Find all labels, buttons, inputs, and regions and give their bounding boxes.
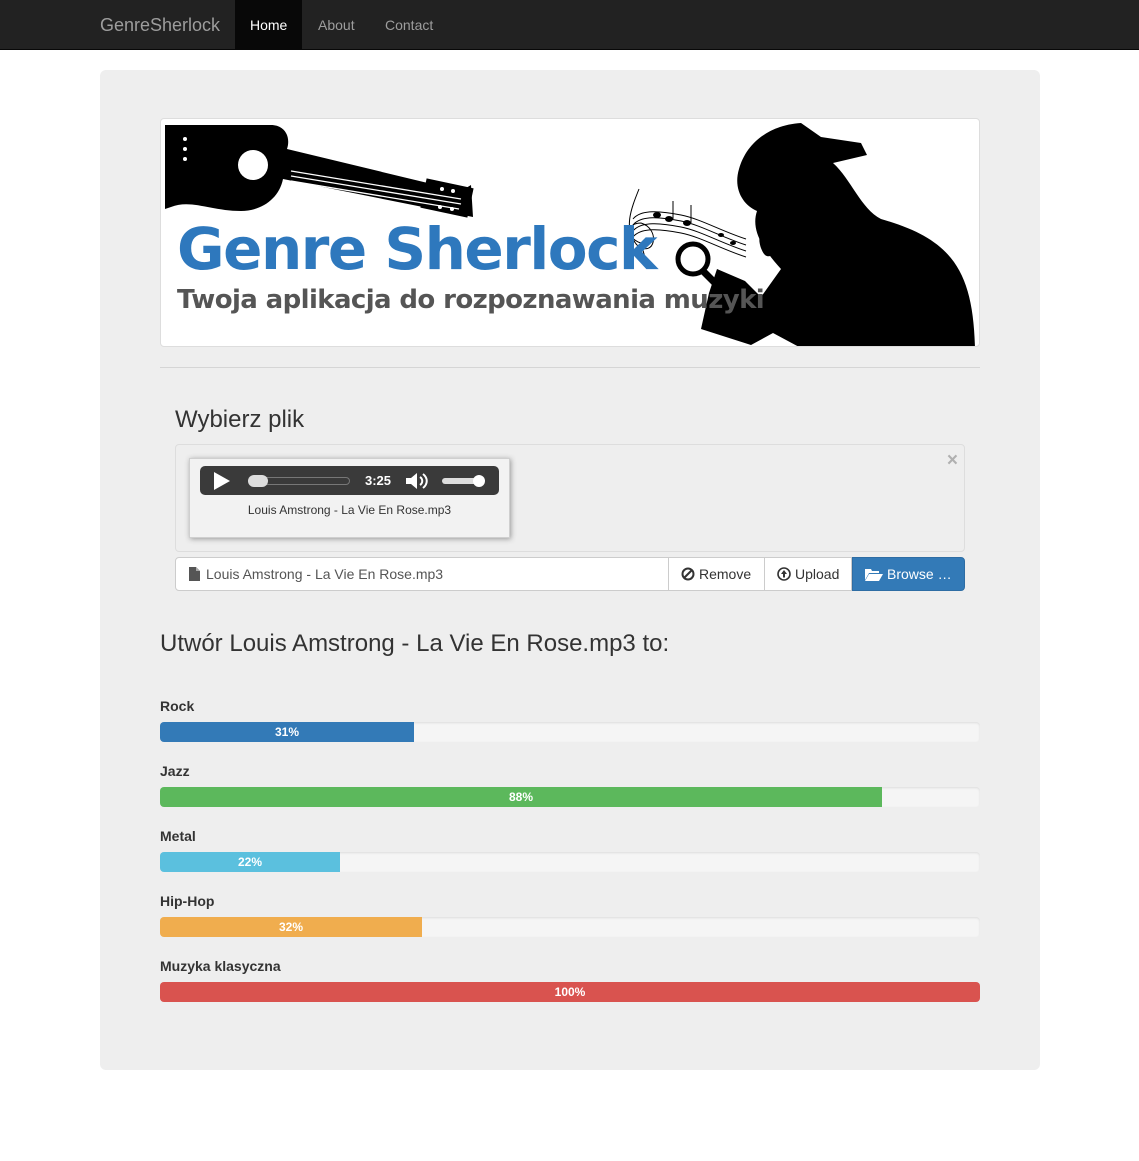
audio-player: 3:25 (200, 466, 499, 495)
file-caption-text: Louis Amstrong - La Vie En Rose.mp3 (206, 566, 444, 582)
banner-subtitle: Twoja aplikacja do rozpoznawania muzyki (177, 285, 765, 315)
upload-button-label: Upload (795, 566, 840, 582)
volume-icon[interactable] (404, 471, 430, 491)
banner-image: Genre Sherlock Twoja aplikacja do rozpoz… (160, 118, 980, 347)
browse-button-label: Browse … (887, 566, 952, 582)
file-preview: × 3:25 Louis Amstrong - La Vie En Rose.m… (175, 444, 965, 552)
play-icon[interactable] (214, 472, 230, 490)
genre-progress-fill: 88% (160, 787, 882, 807)
file-icon (189, 567, 200, 581)
volume-handle[interactable] (473, 475, 485, 487)
genre-label: Rock (160, 698, 195, 714)
divider (160, 367, 980, 368)
nav-item-about[interactable]: About (303, 0, 370, 50)
upload-button[interactable]: Upload (764, 557, 852, 591)
genre-progress-bar: 22% (160, 852, 980, 872)
folder-open-icon (865, 569, 883, 581)
genre-label: Metal (160, 828, 196, 844)
genre-label: Jazz (160, 763, 190, 779)
navbar-brand[interactable]: GenreSherlock (100, 0, 220, 50)
result-heading: Utwór Louis Amstrong - La Vie En Rose.mp… (160, 630, 670, 657)
nav-item-contact[interactable]: Contact (370, 0, 448, 50)
genre-progress-fill: 100% (160, 982, 980, 1002)
ban-icon (681, 567, 695, 581)
genre-progress-bar: 88% (160, 787, 980, 807)
nav-item-home[interactable]: Home (235, 0, 303, 50)
genre-progress-fill: 31% (160, 722, 414, 742)
genre-progress-fill: 32% (160, 917, 422, 937)
genre-label: Muzyka klasyczna (160, 958, 281, 974)
file-caption-field[interactable]: Louis Amstrong - La Vie En Rose.mp3 (175, 557, 669, 591)
remove-button[interactable]: Remove (668, 557, 765, 591)
file-input-group: Louis Amstrong - La Vie En Rose.mp3 Remo… (175, 557, 965, 591)
choose-file-heading: Wybierz plik (175, 406, 305, 433)
navbar: GenreSherlock Home About Contact (0, 0, 1139, 50)
browse-button[interactable]: Browse … (852, 557, 965, 591)
upload-circle-icon (777, 567, 791, 581)
seek-handle[interactable] (248, 475, 268, 487)
preview-filename: Louis Amstrong - La Vie En Rose.mp3 (247, 503, 452, 517)
genre-progress-fill: 22% (160, 852, 340, 872)
preview-frame: 3:25 Louis Amstrong - La Vie En Rose.mp3 (189, 458, 510, 538)
genre-progress-bar: 31% (160, 722, 980, 742)
genre-label: Hip-Hop (160, 893, 215, 909)
close-icon[interactable]: × (947, 449, 958, 473)
genre-progress-bar: 32% (160, 917, 980, 937)
banner-title: Genre Sherlock (177, 215, 658, 283)
main-panel: Genre Sherlock Twoja aplikacja do rozpoz… (100, 70, 1040, 1070)
genre-progress-bar: 100% (160, 982, 980, 1002)
duration-label: 3:25 (365, 473, 392, 488)
remove-button-label: Remove (699, 566, 752, 582)
